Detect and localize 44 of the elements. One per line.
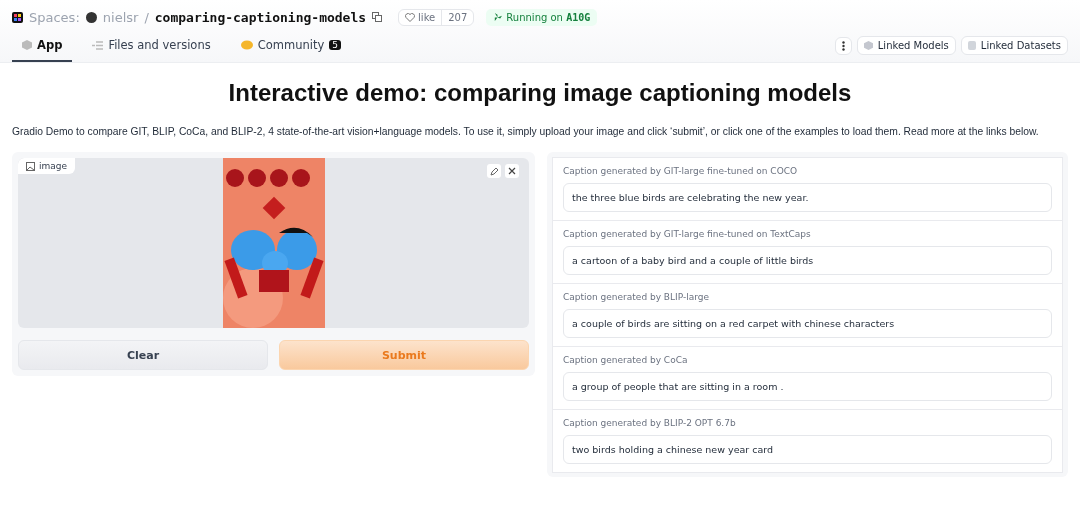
page-title: Interactive demo: comparing image captioning models	[227, 79, 853, 107]
cube-icon	[22, 40, 32, 50]
caption-label: Caption generated by GIT-large fine-tuned on COCO	[563, 166, 799, 177]
like-button[interactable]: like 207	[398, 8, 475, 26]
fan-icon	[493, 12, 503, 22]
heart-icon	[405, 12, 416, 22]
image-label: image	[18, 158, 76, 175]
database-icon	[967, 41, 976, 50]
nav-tab[interactable]: Files and versions	[82, 38, 221, 62]
image-input[interactable]: image	[18, 158, 529, 329]
count-badge: 5	[329, 40, 341, 50]
cube-icon	[863, 41, 873, 50]
nav-tab[interactable]: Community 5	[230, 38, 351, 62]
more-icon	[841, 41, 845, 51]
like-label: like	[418, 11, 436, 23]
close-icon	[508, 167, 516, 176]
caption-label: Caption generated by BLIP-large	[563, 292, 710, 303]
close-button[interactable]	[505, 164, 519, 179]
clear-button[interactable]: Clear	[18, 340, 268, 371]
copy-icon[interactable]	[372, 12, 383, 22]
like-count: 207	[441, 9, 474, 25]
path-separator: /	[144, 9, 149, 25]
edit-button[interactable]	[487, 164, 501, 179]
description: Gradio Demo to compare GIT, BLIP, CoCa, and BLIP-2, 4 state-of-the-art vision+language models. To use it, simply upload your image and click ‘submit’, or click one of the examples to load them. Read more at the links below.	[12, 125, 1039, 139]
status-text: Running on A10G	[506, 11, 591, 23]
image-icon	[26, 161, 35, 171]
more-button[interactable]	[834, 37, 852, 55]
caption-field[interactable]: two birds holding a chinese new year card	[563, 435, 1052, 465]
spaces-label: Spaces:	[29, 9, 80, 25]
caption-label: Caption generated by BLIP-2 OPT 6.7b	[563, 418, 737, 429]
caption-field[interactable]: a couple of birds are sitting on a red carpet with chinese characters	[563, 309, 1052, 339]
repo-name[interactable]: comparing-captioning-models	[154, 9, 367, 25]
pencil-icon	[489, 166, 499, 176]
linked-button[interactable]: Linked Models	[856, 36, 956, 55]
caption-field[interactable]: a cartoon of a baby bird and a couple of little birds	[563, 246, 1052, 276]
linked-button[interactable]: Linked Datasets	[960, 36, 1068, 55]
caption-label: Caption generated by CoCa	[563, 355, 689, 366]
caption-field[interactable]: a group of people that are sitting in a room .	[563, 372, 1052, 402]
avatar-icon	[85, 11, 97, 23]
nav-tab[interactable]: App	[12, 38, 73, 62]
caption-label: Caption generated by GIT-large fine-tuned on TextCaps	[563, 229, 812, 240]
logo-icon	[12, 11, 23, 23]
file-list-icon	[92, 40, 104, 50]
caption-field[interactable]: the three blue birds are celebrating the new year.	[563, 183, 1052, 213]
